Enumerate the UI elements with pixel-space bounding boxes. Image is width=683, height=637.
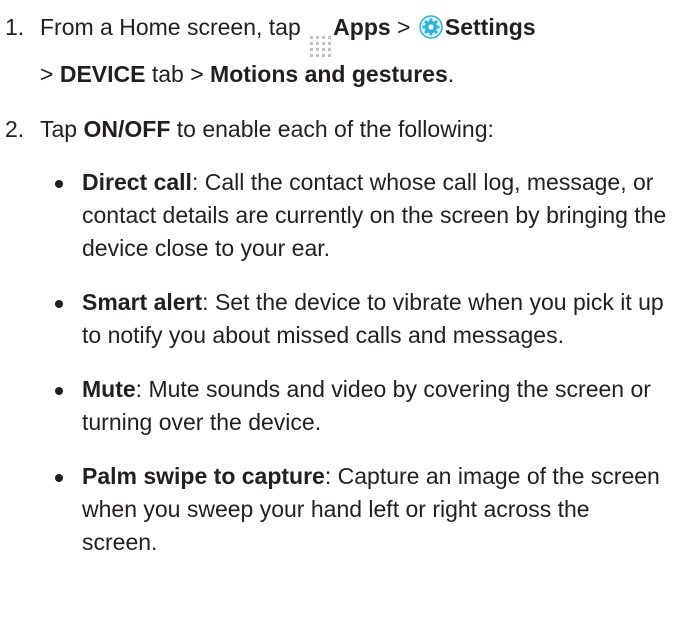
list-item: Palm swipe to capture: Capture an image … — [40, 460, 667, 559]
bullet-icon — [55, 473, 63, 482]
list-item: Direct call: Call the contact whose call… — [40, 166, 667, 265]
option-term: Smart alert — [82, 288, 203, 315]
instructions-document: 1. From a Home screen, tap Apps > Settin… — [0, 0, 683, 580]
option-term: Palm swipe to capture — [82, 462, 325, 489]
bullet-icon — [55, 179, 63, 188]
device-tab-label: DEVICE — [59, 60, 146, 87]
tab-text: tab > — [151, 60, 204, 87]
option-term: Mute — [82, 375, 136, 402]
option-term: Direct call — [82, 168, 192, 195]
step-2: 2. Tap ON/OFF to enable each of the foll… — [0, 113, 683, 559]
step-1-prefix: From a Home screen, tap — [40, 14, 301, 40]
apps-grid-icon — [309, 36, 331, 58]
bullet-icon — [55, 386, 63, 395]
settings-gear-icon — [419, 15, 443, 48]
step-number: 2. — [5, 115, 25, 142]
period: . — [447, 60, 455, 87]
apps-label: Apps — [333, 14, 391, 40]
step-2-prefix: Tap — [40, 115, 78, 142]
list-item: Mute: Mute sounds and video by covering … — [40, 373, 667, 439]
options-list: Direct call: Call the contact whose call… — [40, 166, 683, 559]
separator: > — [40, 60, 54, 87]
step-number: 1. — [5, 14, 25, 40]
onoff-label: ON/OFF — [83, 115, 171, 142]
step-2-suffix: to enable each of the following: — [176, 115, 494, 142]
list-item: Smart alert: Set the device to vibrate w… — [40, 286, 667, 352]
settings-label: Settings — [444, 14, 536, 40]
option-description: : Mute sounds and video by covering the … — [82, 375, 651, 435]
separator: > — [397, 14, 411, 40]
bullet-icon — [55, 299, 63, 308]
step-1: 1. From a Home screen, tap Apps > Settin… — [0, 11, 683, 91]
motions-gestures-label: Motions and gestures — [210, 60, 448, 87]
